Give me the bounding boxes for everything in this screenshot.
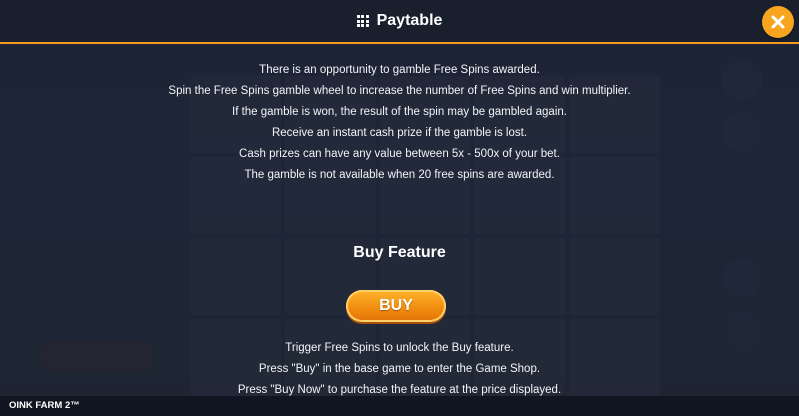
buy-feature-line: Press "Buy" in the base game to enter th… bbox=[258, 363, 541, 375]
gamble-rule-line: Cash prizes can have any value between 5… bbox=[239, 148, 560, 160]
buy-feature-line: Press "Buy Now" to purchase the feature … bbox=[237, 384, 562, 396]
buy-feature-title: Buy Feature bbox=[353, 244, 446, 261]
gamble-rule-line: If the gamble is won, the result of the … bbox=[232, 106, 567, 118]
buy-button[interactable]: BUY bbox=[346, 290, 446, 322]
game-name: OINK FARM 2™ bbox=[9, 400, 80, 411]
footer-bar: OINK FARM 2™ bbox=[0, 396, 799, 416]
gamble-rule-line: Spin the Free Spins gamble wheel to incr… bbox=[168, 85, 631, 97]
grid-icon bbox=[356, 15, 369, 27]
close-icon bbox=[771, 15, 785, 29]
gamble-rule-line: There is an opportunity to gamble Free S… bbox=[259, 64, 540, 76]
paytable-content: There is an opportunity to gamble Free S… bbox=[0, 44, 799, 396]
buy-feature-line: Trigger Free Spins to unlock the Buy fea… bbox=[285, 342, 514, 354]
page-title: Paytable bbox=[376, 12, 443, 29]
header-title-group: Paytable bbox=[0, 0, 799, 42]
gamble-rule-line: Receive an instant cash prize if the gam… bbox=[271, 127, 528, 139]
gamble-rule-line: The gamble is not available when 20 free… bbox=[244, 169, 555, 181]
close-button[interactable] bbox=[762, 6, 794, 38]
buy-button-label: BUY bbox=[379, 297, 413, 314]
paytable-header: Paytable bbox=[0, 0, 799, 44]
